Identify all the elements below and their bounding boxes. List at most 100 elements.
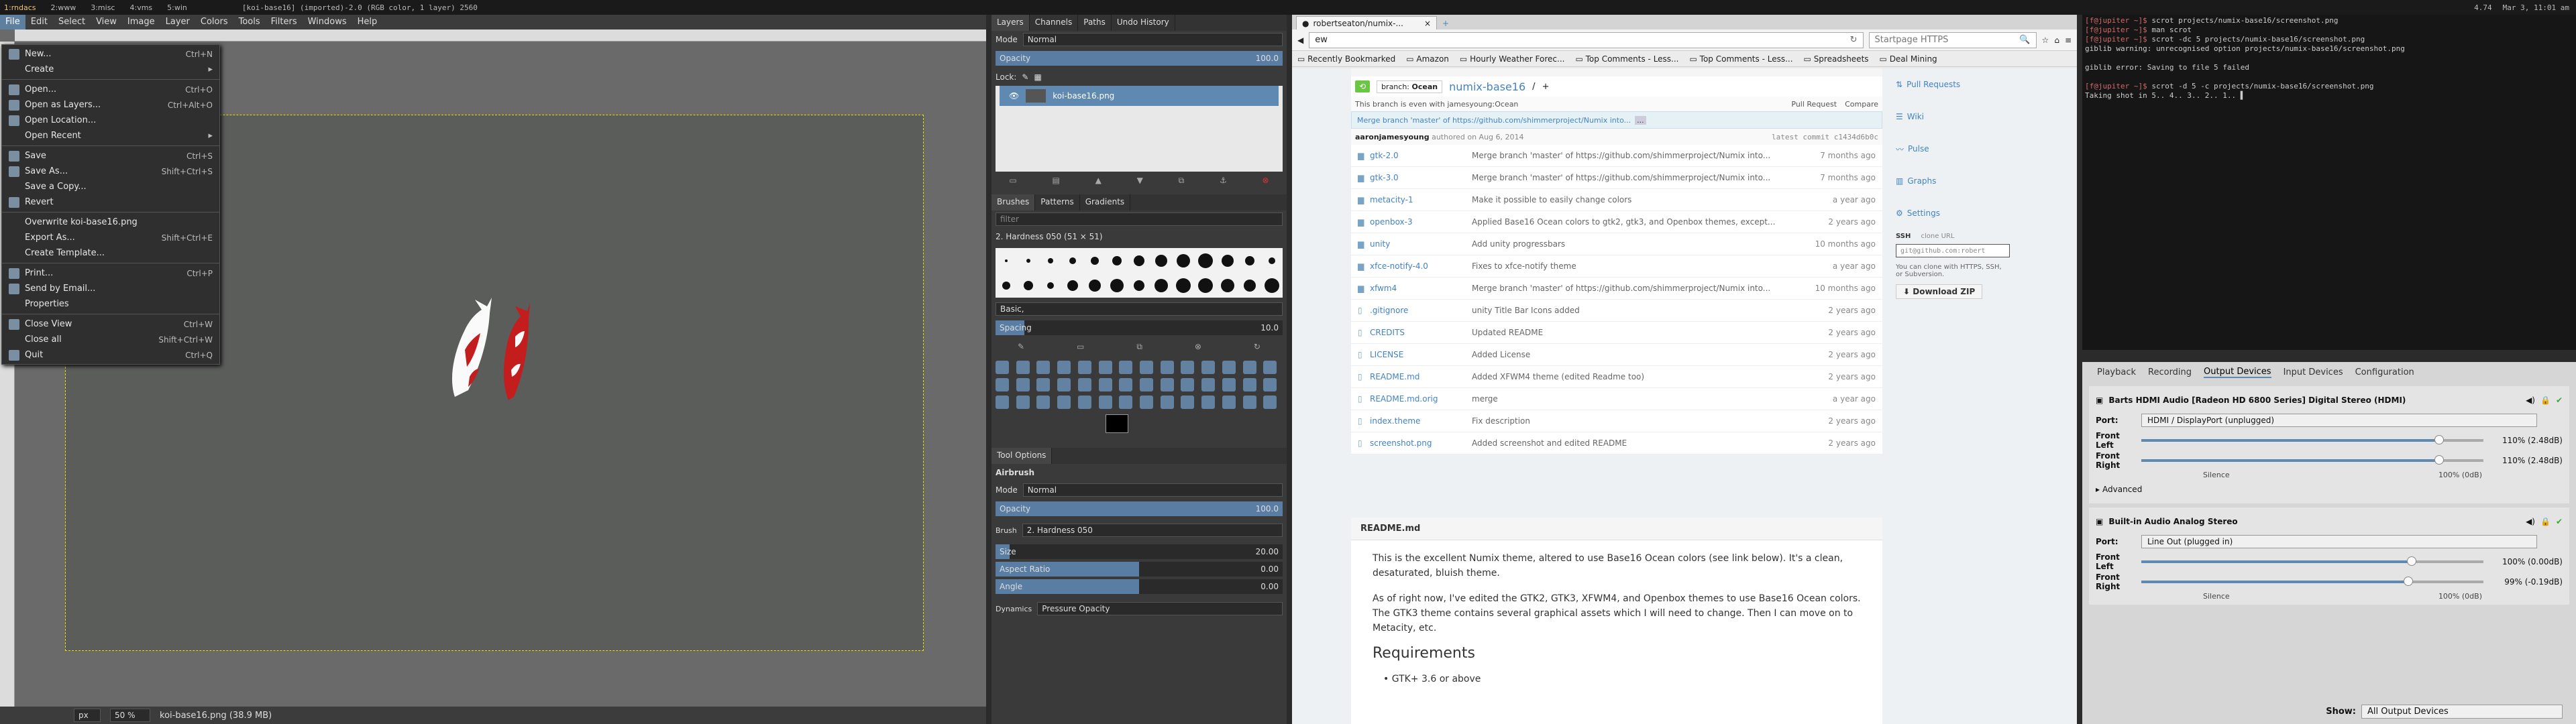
tool-icon[interactable] bbox=[996, 378, 1009, 391]
menu-item-print[interactable]: Print... Ctrl+P bbox=[2, 265, 219, 281]
spacing-slider[interactable]: Spacing 10.0 bbox=[996, 320, 1283, 335]
front-left-slider[interactable] bbox=[2141, 435, 2483, 444]
lock-channels-icon[interactable]: 🔒 bbox=[2540, 396, 2551, 405]
file-row[interactable]: ▆ unity Add unity progressbars 10 months a… bbox=[1351, 233, 1882, 255]
menu-item-open-as-layers[interactable]: Open as Layers... Ctrl+Alt+O bbox=[2, 97, 219, 113]
repo-name[interactable]: numix-base16 bbox=[1449, 80, 1525, 93]
tool-icon[interactable] bbox=[996, 361, 1009, 374]
menu-item-close-view[interactable]: Close View Ctrl+W bbox=[2, 316, 219, 332]
menu-windows[interactable]: Windows bbox=[303, 15, 352, 29]
tool-icon[interactable] bbox=[1036, 378, 1051, 391]
file-row[interactable]: ▆ metacity-1 Make it possible to easily c… bbox=[1351, 189, 1882, 211]
file-row[interactable]: ▆ openbox-3 Applied Base16 Ocean colors t… bbox=[1351, 211, 1882, 233]
tab-configuration[interactable]: Configuration bbox=[2355, 367, 2414, 377]
search-bar[interactable]: Startpage HTTPS 🔍 bbox=[1868, 32, 2037, 48]
layer-list[interactable]: 👁 koi-base16.png bbox=[996, 86, 1283, 172]
color-swatches[interactable] bbox=[1106, 414, 1139, 441]
tool-icon[interactable] bbox=[1139, 361, 1153, 374]
tool-icon[interactable] bbox=[1119, 361, 1133, 374]
tool-icon[interactable] bbox=[1098, 378, 1112, 391]
tool-icon[interactable] bbox=[1222, 378, 1236, 391]
clone-url-input[interactable]: git@github.com:robert bbox=[1896, 244, 2010, 257]
menu-edit[interactable]: Edit bbox=[25, 15, 53, 29]
compare-button-icon[interactable]: ⟲ bbox=[1355, 80, 1371, 93]
tab-recording[interactable]: Recording bbox=[2148, 367, 2192, 377]
menu-item-send-by-email[interactable]: Send by Email... bbox=[2, 281, 219, 296]
tool-icon[interactable] bbox=[1119, 396, 1133, 409]
menu-filters[interactable]: Filters bbox=[266, 15, 303, 29]
menu-view[interactable]: View bbox=[91, 15, 122, 29]
mute-icon[interactable]: ◀) bbox=[2526, 396, 2535, 405]
edit-brush-icon[interactable]: ✎ bbox=[1018, 342, 1024, 351]
branch-select[interactable]: branch: Ocean bbox=[1377, 80, 1443, 93]
tool-icon[interactable] bbox=[1160, 361, 1174, 374]
tab-playback[interactable]: Playback bbox=[2097, 367, 2136, 377]
tool-icon[interactable] bbox=[1036, 361, 1051, 374]
back-icon[interactable]: ◀ bbox=[1297, 36, 1303, 45]
front-right-slider[interactable] bbox=[2141, 577, 2483, 586]
tool-icon[interactable] bbox=[1201, 378, 1216, 391]
tool-icon[interactable] bbox=[1222, 396, 1236, 409]
tool-icon[interactable] bbox=[1181, 361, 1195, 374]
front-right-slider[interactable] bbox=[2141, 455, 2483, 465]
file-row[interactable]: ▆ xfwm4 Merge branch 'master' of https://… bbox=[1351, 278, 1882, 300]
menu-item-quit[interactable]: Quit Ctrl+Q bbox=[2, 347, 219, 363]
brush-grid[interactable] bbox=[996, 248, 1283, 298]
show-select[interactable]: All Output Devices bbox=[2361, 705, 2563, 719]
commit-message[interactable]: Add unity progressbars bbox=[1472, 239, 1809, 249]
file-name[interactable]: openbox-3 bbox=[1370, 217, 1472, 227]
menu-tools[interactable]: Tools bbox=[233, 15, 266, 29]
menu-image[interactable]: Image bbox=[122, 15, 160, 29]
tab-tool-options[interactable]: Tool Options bbox=[991, 448, 1053, 464]
commit-message[interactable]: Merge branch 'master' of https://github.… bbox=[1472, 284, 1809, 293]
menu-item-open-location[interactable]: Open Location... bbox=[2, 113, 219, 128]
tab-input-devices[interactable]: Input Devices bbox=[2284, 367, 2343, 377]
file-name[interactable]: xfwm4 bbox=[1370, 284, 1472, 293]
layer-row[interactable]: 👁 koi-base16.png bbox=[1000, 86, 1279, 106]
anchor-icon[interactable]: ⚓ bbox=[1220, 176, 1227, 185]
menu-item-close-all[interactable]: Close all Shift+Ctrl+W bbox=[2, 332, 219, 347]
zoom-select[interactable]: 50 % bbox=[110, 709, 150, 722]
file-row[interactable]: ▯ screenshot.png Added screenshot and edi… bbox=[1351, 432, 1882, 455]
file-name[interactable]: LICENSE bbox=[1370, 350, 1472, 359]
front-left-slider[interactable] bbox=[2141, 556, 2483, 566]
tool-icon[interactable] bbox=[1077, 361, 1091, 374]
tab-paths[interactable]: Paths bbox=[1078, 15, 1112, 31]
menu-item-properties[interactable]: Properties bbox=[2, 296, 219, 312]
file-menu[interactable]: New... Ctrl+N Create Open... Ctrl+O Open as L… bbox=[1, 44, 220, 365]
tool-icon[interactable] bbox=[1263, 361, 1277, 374]
menu-item-create-template[interactable]: Create Template... bbox=[2, 245, 219, 261]
sidebar-graphs[interactable]: ▥ Graphs bbox=[1896, 165, 2010, 197]
commit-message[interactable]: Added License bbox=[1472, 350, 1809, 359]
search-icon[interactable]: 🔍 bbox=[2019, 35, 2030, 45]
menu-item-new[interactable]: New... Ctrl+N bbox=[2, 46, 219, 62]
menu-item-create[interactable]: Create bbox=[2, 62, 219, 77]
tool-icon[interactable] bbox=[1222, 361, 1236, 374]
tool-icon[interactable] bbox=[1016, 378, 1030, 391]
browser-tab[interactable]: ● robertseaton/numix-... × bbox=[1296, 16, 1437, 29]
size-slider[interactable]: Size 20.00 bbox=[996, 544, 1283, 559]
tab-undo-history[interactable]: Undo History bbox=[1112, 15, 1175, 31]
commit-message[interactable]: Fix description bbox=[1472, 416, 1809, 426]
refresh-brushes-icon[interactable]: ↻ bbox=[1254, 342, 1260, 351]
tool-icon[interactable] bbox=[1242, 378, 1256, 391]
bookmark-item[interactable]: ▭ Top Comments - Less... bbox=[1690, 54, 1793, 64]
file-row[interactable]: ▯ CREDITS Updated README 2 years ago bbox=[1351, 322, 1882, 344]
commit-message[interactable]: Applied Base16 Ocean colors to gtk2, gtk… bbox=[1472, 217, 1809, 227]
file-row[interactable]: ▯ index.theme Fix description 2 years ago bbox=[1351, 410, 1882, 432]
pull-request-button[interactable]: Pull Request bbox=[1791, 100, 1837, 109]
pavu-tabs[interactable]: Playback Recording Output Devices Input Dev… bbox=[2082, 362, 2576, 382]
brush-filter-input[interactable]: filter bbox=[996, 213, 1283, 226]
tool-icon[interactable] bbox=[1160, 378, 1174, 391]
menu-item-save[interactable]: Save Ctrl+S bbox=[2, 148, 219, 164]
workspace-4[interactable]: 4:vms bbox=[129, 3, 152, 12]
commit-message[interactable]: Fixes to xfce-notify theme bbox=[1472, 261, 1809, 271]
menu-layer[interactable]: Layer bbox=[160, 15, 195, 29]
bookmark-item[interactable]: ▭ Amazon bbox=[1406, 54, 1449, 64]
brush-tag-input[interactable]: Basic, bbox=[996, 302, 1283, 316]
file-name[interactable]: screenshot.png bbox=[1370, 438, 1472, 448]
file-row[interactable]: ▯ .gitignore unity Title Bar Icons added 2… bbox=[1351, 300, 1882, 322]
tool-icon[interactable] bbox=[1160, 396, 1174, 409]
tool-icon[interactable] bbox=[1181, 378, 1195, 391]
terminal-window[interactable]: [f@jupiter ~]$ scrot projects/numix-base… bbox=[2082, 15, 2576, 350]
